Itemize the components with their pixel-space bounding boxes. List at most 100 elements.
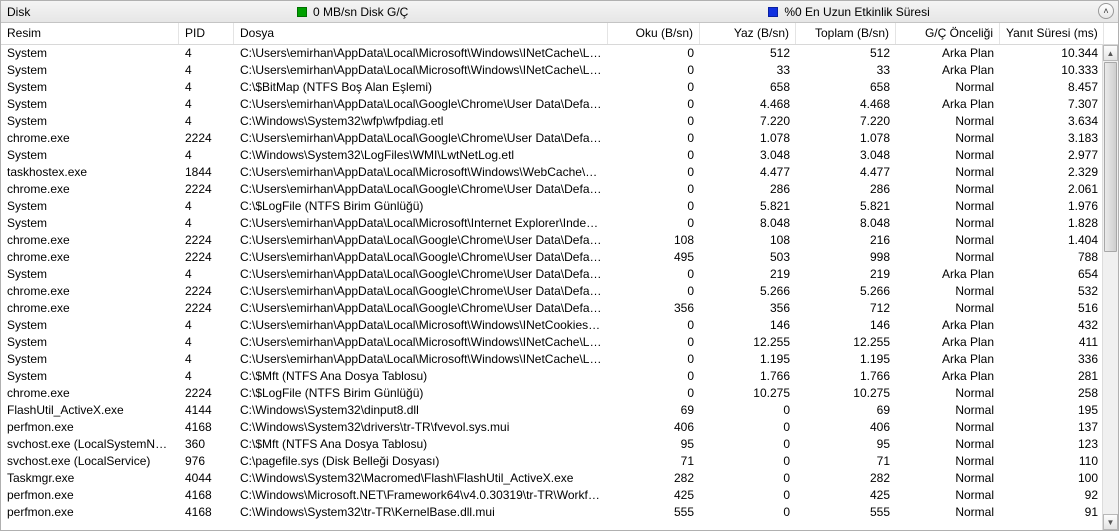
cell-write: 503 bbox=[700, 249, 796, 266]
cell-file: C:\Users\emirhan\AppData\Local\Google\Ch… bbox=[234, 266, 608, 283]
cell-pid: 2224 bbox=[179, 249, 234, 266]
cell-read: 0 bbox=[608, 130, 700, 147]
cell-total: 5.266 bbox=[796, 283, 896, 300]
cell-write: 33 bbox=[700, 62, 796, 79]
cell-total: 219 bbox=[796, 266, 896, 283]
cell-image: FlashUtil_ActiveX.exe bbox=[1, 402, 179, 419]
cell-pid: 4168 bbox=[179, 504, 234, 521]
table-row[interactable]: System4C:\Users\emirhan\AppData\Local\Mi… bbox=[1, 351, 1118, 368]
cell-read: 0 bbox=[608, 79, 700, 96]
cell-total: 7.220 bbox=[796, 113, 896, 130]
cell-image: perfmon.exe bbox=[1, 487, 179, 504]
cell-image: System bbox=[1, 147, 179, 164]
cell-write: 1.195 bbox=[700, 351, 796, 368]
cell-file: C:\Windows\System32\dinput8.dll bbox=[234, 402, 608, 419]
table-row[interactable]: System4C:\Users\emirhan\AppData\Local\Go… bbox=[1, 96, 1118, 113]
table-row[interactable]: svchost.exe (LocalService)976C:\pagefile… bbox=[1, 453, 1118, 470]
cell-read: 108 bbox=[608, 232, 700, 249]
cell-total: 658 bbox=[796, 79, 896, 96]
cell-write: 8.048 bbox=[700, 215, 796, 232]
cell-image: System bbox=[1, 45, 179, 62]
cell-read: 0 bbox=[608, 96, 700, 113]
table-row[interactable]: Taskmgr.exe4044C:\Windows\System32\Macro… bbox=[1, 470, 1118, 487]
col-read[interactable]: Oku (B/sn) bbox=[608, 23, 700, 44]
table-row[interactable]: System4C:\Users\emirhan\AppData\Local\Mi… bbox=[1, 334, 1118, 351]
table-row[interactable]: chrome.exe2224C:\Users\emirhan\AppData\L… bbox=[1, 181, 1118, 198]
cell-response: 336 bbox=[1000, 351, 1104, 368]
col-image[interactable]: Resim bbox=[1, 23, 179, 44]
cell-file: C:\Users\emirhan\AppData\Local\Google\Ch… bbox=[234, 300, 608, 317]
table-row[interactable]: System4C:\$BitMap (NTFS Boş Alan Eşlemi)… bbox=[1, 79, 1118, 96]
cell-response: 110 bbox=[1000, 453, 1104, 470]
table-row[interactable]: chrome.exe2224C:\Users\emirhan\AppData\L… bbox=[1, 249, 1118, 266]
table-row[interactable]: System4C:\Users\emirhan\AppData\Local\Mi… bbox=[1, 62, 1118, 79]
col-response[interactable]: Yanıt Süresi (ms) bbox=[1000, 23, 1104, 44]
scroll-up-button[interactable]: ▲ bbox=[1103, 45, 1118, 61]
table-row[interactable]: System4C:\Windows\System32\wfp\wfpdiag.e… bbox=[1, 113, 1118, 130]
cell-read: 0 bbox=[608, 317, 700, 334]
cell-image: chrome.exe bbox=[1, 232, 179, 249]
table-row[interactable]: chrome.exe2224C:\Users\emirhan\AppData\L… bbox=[1, 232, 1118, 249]
table-row[interactable]: taskhostex.exe1844C:\Users\emirhan\AppDa… bbox=[1, 164, 1118, 181]
col-write[interactable]: Yaz (B/sn) bbox=[700, 23, 796, 44]
cell-priority: Normal bbox=[896, 283, 1000, 300]
table-row[interactable]: System4C:\Users\emirhan\AppData\Local\Mi… bbox=[1, 45, 1118, 62]
cell-read: 0 bbox=[608, 45, 700, 62]
table-row[interactable]: chrome.exe2224C:\$LogFile (NTFS Birim Gü… bbox=[1, 385, 1118, 402]
table-row[interactable]: chrome.exe2224C:\Users\emirhan\AppData\L… bbox=[1, 130, 1118, 147]
vertical-scrollbar[interactable]: ▲ ▼ bbox=[1102, 45, 1118, 530]
cell-pid: 4 bbox=[179, 147, 234, 164]
table-row[interactable]: System4C:\Users\emirhan\AppData\Local\Mi… bbox=[1, 317, 1118, 334]
cell-file: C:\Users\emirhan\AppData\Local\Google\Ch… bbox=[234, 283, 608, 300]
cell-image: svchost.exe (LocalSystemNetwo... bbox=[1, 436, 179, 453]
cell-total: 3.048 bbox=[796, 147, 896, 164]
cell-write: 0 bbox=[700, 419, 796, 436]
table-row[interactable]: System4C:\$LogFile (NTFS Birim Günlüğü)0… bbox=[1, 198, 1118, 215]
table-row[interactable]: FlashUtil_ActiveX.exe4144C:\Windows\Syst… bbox=[1, 402, 1118, 419]
table-row[interactable]: perfmon.exe4168C:\Windows\System32\tr-TR… bbox=[1, 504, 1118, 521]
cell-response: 1.976 bbox=[1000, 198, 1104, 215]
cell-write: 0 bbox=[700, 504, 796, 521]
cell-read: 71 bbox=[608, 453, 700, 470]
collapse-button[interactable]: ˄ bbox=[1098, 3, 1114, 19]
table-row[interactable]: svchost.exe (LocalSystemNetwo...360C:\$M… bbox=[1, 436, 1118, 453]
cell-pid: 976 bbox=[179, 453, 234, 470]
cell-total: 4.468 bbox=[796, 96, 896, 113]
cell-read: 69 bbox=[608, 402, 700, 419]
cell-file: C:\Users\emirhan\AppData\Local\Microsoft… bbox=[234, 317, 608, 334]
table-row[interactable]: perfmon.exe4168C:\Windows\Microsoft.NET\… bbox=[1, 487, 1118, 504]
col-pid[interactable]: PID bbox=[179, 23, 234, 44]
cell-read: 0 bbox=[608, 147, 700, 164]
panel-header[interactable]: Disk 0 MB/sn Disk G/Ç %0 En Uzun Etkinli… bbox=[1, 1, 1118, 23]
table-row[interactable]: perfmon.exe4168C:\Windows\System32\drive… bbox=[1, 419, 1118, 436]
scroll-down-button[interactable]: ▼ bbox=[1103, 514, 1118, 530]
io-color-icon bbox=[297, 7, 307, 17]
cell-priority: Normal bbox=[896, 215, 1000, 232]
cell-write: 658 bbox=[700, 79, 796, 96]
cell-image: chrome.exe bbox=[1, 385, 179, 402]
cell-total: 8.048 bbox=[796, 215, 896, 232]
cell-image: System bbox=[1, 96, 179, 113]
table-row[interactable]: chrome.exe2224C:\Users\emirhan\AppData\L… bbox=[1, 300, 1118, 317]
table-row[interactable]: System4C:\Users\emirhan\AppData\Local\Mi… bbox=[1, 215, 1118, 232]
cell-image: System bbox=[1, 368, 179, 385]
cell-write: 1.766 bbox=[700, 368, 796, 385]
scroll-thumb[interactable] bbox=[1104, 62, 1117, 252]
cell-image: svchost.exe (LocalService) bbox=[1, 453, 179, 470]
table-row[interactable]: System4C:\Users\emirhan\AppData\Local\Go… bbox=[1, 266, 1118, 283]
table-row[interactable]: System4C:\$Mft (NTFS Ana Dosya Tablosu)0… bbox=[1, 368, 1118, 385]
cell-read: 495 bbox=[608, 249, 700, 266]
cell-response: 1.828 bbox=[1000, 215, 1104, 232]
cell-priority: Normal bbox=[896, 487, 1000, 504]
cell-response: 91 bbox=[1000, 504, 1104, 521]
table-row[interactable]: chrome.exe2224C:\Users\emirhan\AppData\L… bbox=[1, 283, 1118, 300]
cell-file: C:\Windows\System32\LogFiles\WMI\LwtNetL… bbox=[234, 147, 608, 164]
cell-read: 0 bbox=[608, 351, 700, 368]
cell-priority: Normal bbox=[896, 385, 1000, 402]
cell-priority: Normal bbox=[896, 181, 1000, 198]
col-priority[interactable]: G/Ç Önceliği bbox=[896, 23, 1000, 44]
col-total[interactable]: Toplam (B/sn) bbox=[796, 23, 896, 44]
cell-pid: 4 bbox=[179, 317, 234, 334]
col-file[interactable]: Dosya bbox=[234, 23, 608, 44]
table-row[interactable]: System4C:\Windows\System32\LogFiles\WMI\… bbox=[1, 147, 1118, 164]
